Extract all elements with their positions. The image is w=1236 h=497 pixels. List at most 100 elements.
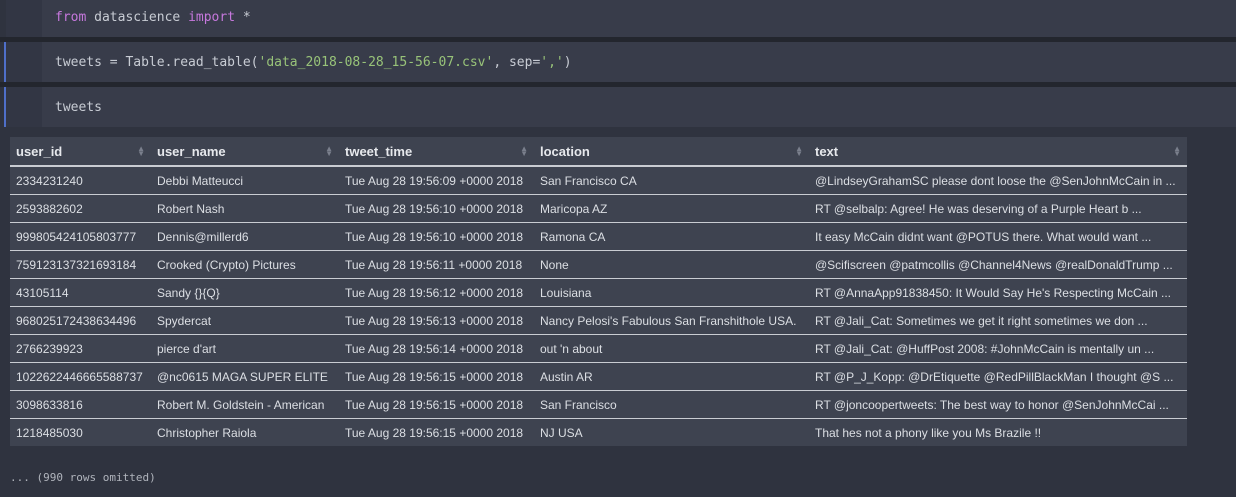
table-row: 2766239923 pierce d'art Tue Aug 28 19:56:1… [10, 334, 1187, 363]
code-token: 'data_2018-08-28_15-56-07.csv' [258, 55, 494, 70]
table-cell-tweet-time: Tue Aug 28 19:56:15 +0000 2018 [345, 425, 524, 440]
table-cell-user-name: Debbi Matteucci [151, 166, 339, 195]
column-label: user_name [157, 143, 226, 159]
table-header-row: user_id ▲ ▼ user_name ▲ ▼ tweet_time ▲ ▼ locat… [10, 137, 1187, 167]
table-cell-text: @LindseyGrahamSC please dont loose the @… [809, 166, 1187, 195]
column-header-user-id[interactable]: user_id ▲ ▼ [10, 137, 151, 167]
table-row: 1218485030 Christopher Raiola Tue Aug 28 1… [10, 419, 1187, 447]
table-row: 759123137321693184 Crooked (Crypto) Pictu… [10, 250, 1187, 279]
table-cell-location: None [534, 250, 809, 279]
column-header-user-name[interactable]: user_name ▲ ▼ [151, 137, 339, 167]
cell-prompt [6, 42, 42, 82]
table-cell-user-name: @nc0615 MAGA SUPER ELITE [151, 362, 339, 391]
code-line: from datascience import * [55, 10, 251, 25]
table-cell-user-id: 3098633816 [10, 390, 151, 419]
table-cell-text: RT @joncoopertweets: The best way to hon… [809, 390, 1187, 419]
column-label: text [815, 143, 839, 159]
table-cell-user-name: Crooked (Crypto) Pictures [151, 250, 339, 279]
table-row: 3098633816 Robert M. Goldstein - American… [10, 390, 1187, 419]
code-editor[interactable]: tweets = Table.read_table('data_2018-08-… [42, 42, 1236, 82]
column-header-text[interactable]: text ▲ ▼ [809, 137, 1187, 167]
table-cell-tweet-time: Tue Aug 28 19:56:14 +0000 2018 [339, 334, 534, 363]
table-cell-user-name: Dennis@millerd6 [151, 222, 339, 251]
table-cell-location: Austin AR [534, 362, 809, 391]
table-cell-location: Maricopa AZ [534, 194, 809, 223]
table-cell-user-name: Sandy {}{Q} [151, 278, 339, 307]
code-token: tweets = Table.read_table( [55, 55, 259, 70]
table-cell-tweet-time: Tue Aug 28 19:56:13 +0000 2018 [339, 306, 534, 335]
table-cell-tweet-time: Tue Aug 28 19:56:11 +0000 2018 [339, 250, 534, 279]
table-cell-user-name: pierce d'art [151, 334, 339, 363]
code-cell-1[interactable]: from datascience import * [0, 0, 1236, 37]
column-header-tweet-time[interactable]: tweet_time ▲ ▼ [339, 137, 534, 167]
table-cell-text: RT @Jali_Cat: Sometimes we get it right … [809, 306, 1187, 335]
code-token: datascience [86, 10, 189, 25]
table-cell-tweet-time: Tue Aug 28 19:56:15 +0000 2018 [339, 390, 534, 419]
table-cell-text: RT @P_J_Kopp: @DrEtiquette @RedPillBlack… [809, 362, 1187, 391]
table-cell-text: That hes not a phony like you Ms Brazile… [815, 425, 1042, 440]
table-cell-location: out 'n about [534, 334, 809, 363]
table-cell-text: RT @selbalp: Agree! He was deserving of … [809, 194, 1187, 223]
code-token: ',' [540, 55, 564, 70]
table-cell-location: Nancy Pelosi's Fabulous San Franshithole… [534, 306, 809, 335]
output-table: user_id ▲ ▼ user_name ▲ ▼ tweet_time ▲ ▼ locat… [10, 137, 1187, 446]
table-row: 2593882602 Robert Nash Tue Aug 28 19:56:10… [10, 194, 1187, 223]
table-cell-text: @Scifiscreen @patmcollis @Channel4News @… [809, 250, 1187, 279]
code-token: import [188, 10, 236, 25]
cell-prompt [6, 0, 42, 37]
table-cell-tweet-time: Tue Aug 28 19:56:15 +0000 2018 [339, 362, 534, 391]
table-cell-user-id: 968025172438634496 [10, 306, 151, 335]
table-cell-user-name: Christopher Raiola [157, 425, 257, 440]
code-token: , sep= [493, 55, 541, 70]
table-cell-user-id: 2766239923 [10, 334, 151, 363]
table-cell-text: RT @Jali_Cat: @HuffPost 2008: #JohnMcCai… [809, 334, 1187, 363]
cell-prompt [6, 87, 42, 127]
table-cell-location: San Francisco [534, 390, 809, 419]
table-row: 999805424105803777 Dennis@millerd6 Tue Aug… [10, 222, 1187, 251]
code-token: tweets [55, 100, 102, 115]
code-editor[interactable]: tweets [42, 87, 1236, 127]
table-cell-user-id: 1022622446665588737 [10, 362, 151, 391]
table-row: 2334231240 Debbi Matteucci Tue Aug 28 19:5… [10, 166, 1187, 195]
code-editor[interactable]: from datascience import * [42, 0, 1236, 37]
table-cell-user-id: 43105114 [10, 278, 151, 307]
table-cell-tweet-time: Tue Aug 28 19:56:10 +0000 2018 [339, 194, 534, 223]
code-cell-2[interactable]: tweets = Table.read_table('data_2018-08-… [0, 42, 1236, 82]
table-cell-text: It easy McCain didnt want @POTUS there. … [809, 222, 1187, 251]
table-cell-user-id: 759123137321693184 [10, 250, 151, 279]
table-cell-location: San Francisco CA [534, 166, 809, 195]
column-header-location[interactable]: location ▲ ▼ [534, 137, 809, 167]
code-line: tweets = Table.read_table('data_2018-08-… [55, 55, 572, 70]
table-row: 1022622446665588737 @nc0615 MAGA SUPER EL… [10, 362, 1187, 391]
column-label: location [540, 143, 590, 159]
table-cell-user-name: Robert Nash [151, 194, 339, 223]
table-cell-user-id: 2593882602 [10, 194, 151, 223]
table-cell-user-id: 999805424105803777 [10, 222, 151, 251]
table-cell-user-id: 1218485030 [16, 425, 83, 440]
table-cell-location: Louisiana [534, 278, 809, 307]
table-row: 43105114 Sandy {}{Q} Tue Aug 28 19:56:12 +… [10, 278, 1187, 307]
sort-arrows-icon[interactable]: ▲ ▼ [795, 145, 803, 158]
rows-omitted-note: ... (990 rows omitted) [10, 471, 156, 484]
code-token: * [235, 10, 251, 25]
column-label: user_id [16, 143, 63, 159]
code-token: ) [563, 55, 572, 70]
table-cell-user-id: 2334231240 [10, 166, 151, 195]
table-cell-user-name: Spydercat [151, 306, 339, 335]
sort-arrows-icon[interactable]: ▲ ▼ [1173, 145, 1181, 158]
sort-arrows-icon[interactable]: ▲ ▼ [137, 145, 145, 158]
table-cell-tweet-time: Tue Aug 28 19:56:09 +0000 2018 [339, 166, 534, 195]
code-cell-3[interactable]: tweets [0, 87, 1236, 127]
table-cell-text: RT @AnnaApp91838450: It Would Say He's R… [809, 278, 1187, 307]
table-cell-tweet-time: Tue Aug 28 19:56:10 +0000 2018 [339, 222, 534, 251]
sort-arrows-icon[interactable]: ▲ ▼ [520, 145, 528, 158]
table-cell-tweet-time: Tue Aug 28 19:56:12 +0000 2018 [339, 278, 534, 307]
code-token: from [55, 10, 87, 25]
table-cell-user-name: Robert M. Goldstein - American [151, 390, 339, 419]
table-cell-location: NJ USA [540, 425, 583, 440]
sort-arrows-icon[interactable]: ▲ ▼ [325, 145, 333, 158]
table-cell-location: Ramona CA [534, 222, 809, 251]
column-label: tweet_time [345, 143, 413, 159]
table-row: 968025172438634496 Spydercat Tue Aug 28 19… [10, 306, 1187, 335]
code-line: tweets [55, 100, 102, 115]
